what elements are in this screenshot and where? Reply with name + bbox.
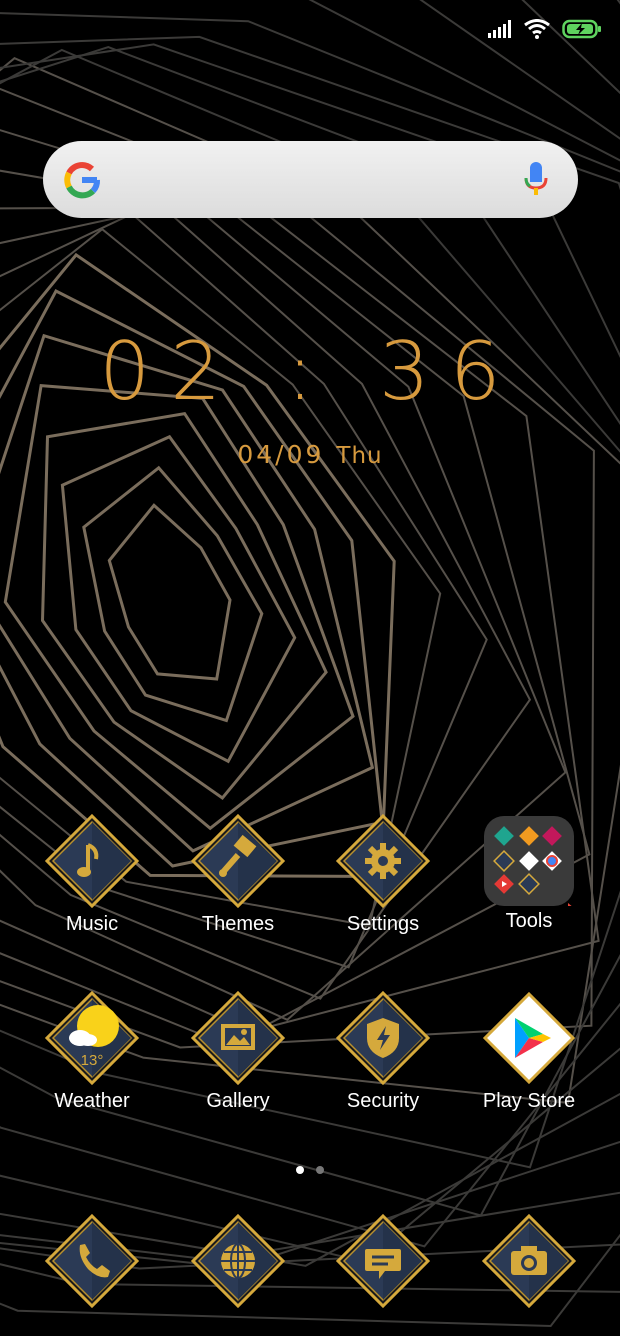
app-label: Play Store — [482, 1090, 576, 1112]
google-logo-icon — [64, 162, 100, 199]
signal-icon — [488, 20, 511, 38]
google-search-bar[interactable] — [43, 141, 578, 218]
image-icon — [190, 990, 286, 1086]
phone-icon[interactable] — [44, 1213, 140, 1309]
page-dot[interactable] — [316, 1166, 324, 1174]
weather-sun-icon: 13° — [44, 990, 140, 1086]
app-play-store[interactable]: Play Store — [456, 990, 602, 1113]
weather-temp: 13° — [81, 1052, 104, 1069]
weekday: Thu — [336, 443, 383, 469]
app-music[interactable]: Music — [19, 813, 165, 936]
folder-icon — [484, 816, 580, 911]
music-note-icon — [44, 813, 140, 909]
page-dot-active[interactable] — [296, 1166, 304, 1174]
app-settings[interactable]: Settings — [310, 813, 456, 936]
paintbrush-icon — [190, 813, 286, 909]
app-label: Settings — [346, 913, 420, 935]
app-label: Weather — [54, 1090, 130, 1112]
gear-icon — [335, 813, 431, 909]
message-icon[interactable] — [335, 1213, 431, 1309]
app-weather[interactable]: 13° Weather — [19, 990, 165, 1113]
folder-tools[interactable]: Tools — [456, 813, 602, 933]
shield-bolt-icon — [335, 990, 431, 1086]
microphone-icon[interactable] — [524, 162, 548, 196]
date-value: 04/09 — [237, 440, 325, 469]
page-indicator[interactable] — [0, 1161, 620, 1179]
clock-time[interactable]: 02 : 36 — [0, 325, 620, 418]
app-label: Security — [346, 1090, 420, 1112]
app-gallery[interactable]: Gallery — [165, 990, 311, 1113]
play-store-icon — [482, 991, 576, 1085]
globe-icon[interactable] — [190, 1213, 286, 1309]
app-security[interactable]: Security — [310, 990, 456, 1113]
app-label: Gallery — [206, 1090, 270, 1112]
clock-date[interactable]: 04/09 Thu — [0, 440, 620, 469]
app-label: Music — [65, 913, 119, 935]
app-label: Tools — [505, 910, 553, 932]
app-label: Themes — [201, 913, 275, 935]
wifi-icon — [524, 19, 550, 39]
status-bar — [488, 14, 602, 44]
battery-charging-icon — [562, 19, 601, 39]
camera-icon[interactable] — [481, 1213, 577, 1309]
app-themes[interactable]: Themes — [165, 813, 311, 936]
